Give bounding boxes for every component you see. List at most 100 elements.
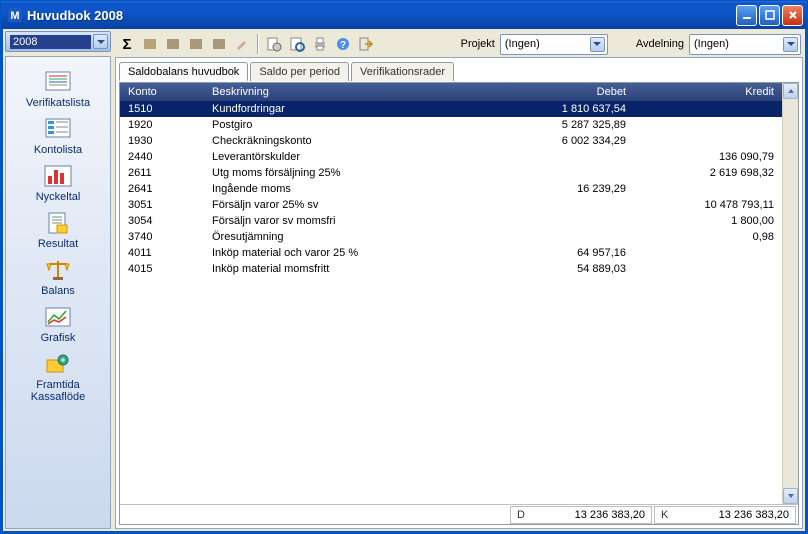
cell-konto: 3740 bbox=[120, 231, 210, 243]
projekt-select[interactable]: (Ingen) bbox=[500, 34, 608, 55]
print-icon[interactable] bbox=[310, 34, 330, 54]
sidebar-item-label: Framtida Kassaflöde bbox=[31, 379, 85, 403]
table-row[interactable]: 4015Inköp material momsfritt54 889,03 bbox=[120, 261, 782, 277]
cell-kredit: 10 478 793,11 bbox=[632, 199, 782, 211]
svg-text:M: M bbox=[10, 10, 19, 22]
bar-chart-icon bbox=[42, 163, 74, 189]
header-konto[interactable]: Konto bbox=[120, 86, 210, 98]
table-row[interactable]: 1510Kundfordringar1 810 637,54 bbox=[120, 101, 782, 117]
toolbar: Σ ? Projekt (Ingen) Avdelning bbox=[115, 31, 803, 57]
avdelning-label: Avdelning bbox=[636, 38, 684, 50]
cashflow-icon bbox=[42, 351, 74, 377]
header-beskrivning[interactable]: Beskrivning bbox=[210, 86, 482, 98]
cell-beskrivning: Försäljn varor sv momsfri bbox=[210, 215, 482, 227]
tab-saldo-per-period[interactable]: Saldo per period bbox=[250, 62, 349, 81]
tab-verifikationsrader[interactable]: Verifikationsrader bbox=[351, 62, 454, 81]
sidebar-item-label: Resultat bbox=[38, 238, 78, 250]
account-list-icon bbox=[42, 116, 74, 142]
cell-debet: 64 957,16 bbox=[482, 247, 632, 259]
app-icon: M bbox=[7, 7, 23, 23]
table-row[interactable]: 2641Ingående moms16 239,29 bbox=[120, 181, 782, 197]
cell-kredit: 136 090,79 bbox=[632, 151, 782, 163]
maximize-button[interactable] bbox=[759, 5, 780, 26]
help-icon[interactable]: ? bbox=[333, 34, 353, 54]
tab-saldobalans[interactable]: Saldobalans huvudbok bbox=[119, 62, 248, 81]
header-debet[interactable]: Debet bbox=[482, 86, 632, 98]
cell-konto: 1920 bbox=[120, 119, 210, 131]
app-window: M Huvudbok 2008 2008 Verifikatslista bbox=[0, 0, 808, 534]
toolbar-icon-1[interactable] bbox=[140, 34, 160, 54]
table-row[interactable]: 2611Utg moms försäljning 25%2 619 698,32 bbox=[120, 165, 782, 181]
chevron-down-icon[interactable] bbox=[93, 34, 108, 49]
sigma-icon[interactable]: Σ bbox=[117, 34, 137, 54]
avdelning-select[interactable]: (Ingen) bbox=[689, 34, 801, 55]
cell-debet: 1 810 637,54 bbox=[482, 103, 632, 115]
sidebar-item-grafisk[interactable]: Grafisk bbox=[6, 302, 110, 348]
sidebar: 2008 Verifikatslista Kontolista bbox=[5, 31, 111, 529]
table-row[interactable]: 4011Inköp material och varor 25 %64 957,… bbox=[120, 245, 782, 261]
main-area: Σ ? Projekt (Ingen) Avdelning bbox=[115, 31, 803, 529]
toolbar-icon-3[interactable] bbox=[186, 34, 206, 54]
window-title: Huvudbok 2008 bbox=[27, 8, 123, 23]
preview-icon[interactable] bbox=[287, 34, 307, 54]
cell-beskrivning: Utg moms försäljning 25% bbox=[210, 167, 482, 179]
cell-beskrivning: Inköp material momsfritt bbox=[210, 263, 482, 275]
toolbar-icon-2[interactable] bbox=[163, 34, 183, 54]
svg-text:?: ? bbox=[340, 40, 346, 51]
cell-debet: 16 239,29 bbox=[482, 183, 632, 195]
scroll-up-icon[interactable] bbox=[783, 83, 798, 99]
year-select[interactable]: 2008 bbox=[5, 31, 111, 52]
cell-kredit: 2 619 698,32 bbox=[632, 167, 782, 179]
line-chart-icon bbox=[42, 304, 74, 330]
cell-konto: 2440 bbox=[120, 151, 210, 163]
toolbar-icon-4[interactable] bbox=[209, 34, 229, 54]
vertical-scrollbar[interactable] bbox=[782, 83, 798, 504]
tab-body: Konto Beskrivning Debet Kredit 1510Kundf… bbox=[119, 82, 799, 525]
cell-beskrivning: Försäljn varor 25% sv bbox=[210, 199, 482, 211]
chevron-down-icon[interactable] bbox=[590, 37, 605, 52]
spanner-icon[interactable] bbox=[232, 34, 252, 54]
grid-rows: 1510Kundfordringar1 810 637,541920Postgi… bbox=[120, 101, 782, 504]
cell-kredit: 1 800,00 bbox=[632, 215, 782, 227]
avdelning-value: (Ingen) bbox=[694, 38, 781, 50]
cell-konto: 3051 bbox=[120, 199, 210, 211]
header-kredit[interactable]: Kredit bbox=[632, 86, 782, 98]
sidebar-item-balans[interactable]: Balans bbox=[6, 255, 110, 301]
sidebar-item-label: Verifikatslista bbox=[26, 97, 90, 109]
sidebar-item-verifikatslista[interactable]: Verifikatslista bbox=[6, 67, 110, 113]
projekt-value: (Ingen) bbox=[505, 38, 588, 50]
footer-kredit-value: 13 236 383,20 bbox=[679, 509, 789, 521]
sidebar-item-resultat[interactable]: Resultat bbox=[6, 208, 110, 254]
cell-konto: 2641 bbox=[120, 183, 210, 195]
cell-beskrivning: Öresutjämning bbox=[210, 231, 482, 243]
sidebar-item-nyckeltal[interactable]: Nyckeltal bbox=[6, 161, 110, 207]
cell-beskrivning: Postgiro bbox=[210, 119, 482, 131]
cell-konto: 4015 bbox=[120, 263, 210, 275]
exit-icon[interactable] bbox=[356, 34, 376, 54]
scroll-down-icon[interactable] bbox=[783, 488, 798, 504]
properties-icon[interactable] bbox=[264, 34, 284, 54]
cell-beskrivning: Leverantörskulder bbox=[210, 151, 482, 163]
sidebar-item-framtida-kassaflode[interactable]: Framtida Kassaflöde bbox=[6, 349, 110, 407]
table-row[interactable]: 3051Försäljn varor 25% sv 10 478 793,11 bbox=[120, 197, 782, 213]
cell-konto: 3054 bbox=[120, 215, 210, 227]
sidebar-panel: Verifikatslista Kontolista Nyckeltal bbox=[5, 56, 111, 529]
table-row[interactable]: 3054Försäljn varor sv momsfri 1 800,00 bbox=[120, 213, 782, 229]
table-row[interactable]: 2440Leverantörskulder 136 090,79 bbox=[120, 149, 782, 165]
minimize-button[interactable] bbox=[736, 5, 757, 26]
list-document-icon bbox=[42, 69, 74, 95]
sidebar-item-kontolista[interactable]: Kontolista bbox=[6, 114, 110, 160]
close-button[interactable] bbox=[782, 5, 803, 26]
cell-debet: 5 287 325,89 bbox=[482, 119, 632, 131]
footer-debet-value: 13 236 383,20 bbox=[535, 509, 645, 521]
table-row[interactable]: 1920Postgiro5 287 325,89 bbox=[120, 117, 782, 133]
footer-bar: D 13 236 383,20 K 13 236 383,20 bbox=[120, 504, 798, 524]
chevron-down-icon[interactable] bbox=[783, 37, 798, 52]
cell-kredit: 0,98 bbox=[632, 231, 782, 243]
cell-beskrivning: Inköp material och varor 25 % bbox=[210, 247, 482, 259]
sidebar-item-label: Nyckeltal bbox=[36, 191, 81, 203]
table-row[interactable]: 1930Checkräkningskonto6 002 334,29 bbox=[120, 133, 782, 149]
footer-kredit: K 13 236 383,20 bbox=[654, 506, 796, 524]
table-row[interactable]: 3740Öresutjämning 0,98 bbox=[120, 229, 782, 245]
cell-beskrivning: Ingående moms bbox=[210, 183, 482, 195]
